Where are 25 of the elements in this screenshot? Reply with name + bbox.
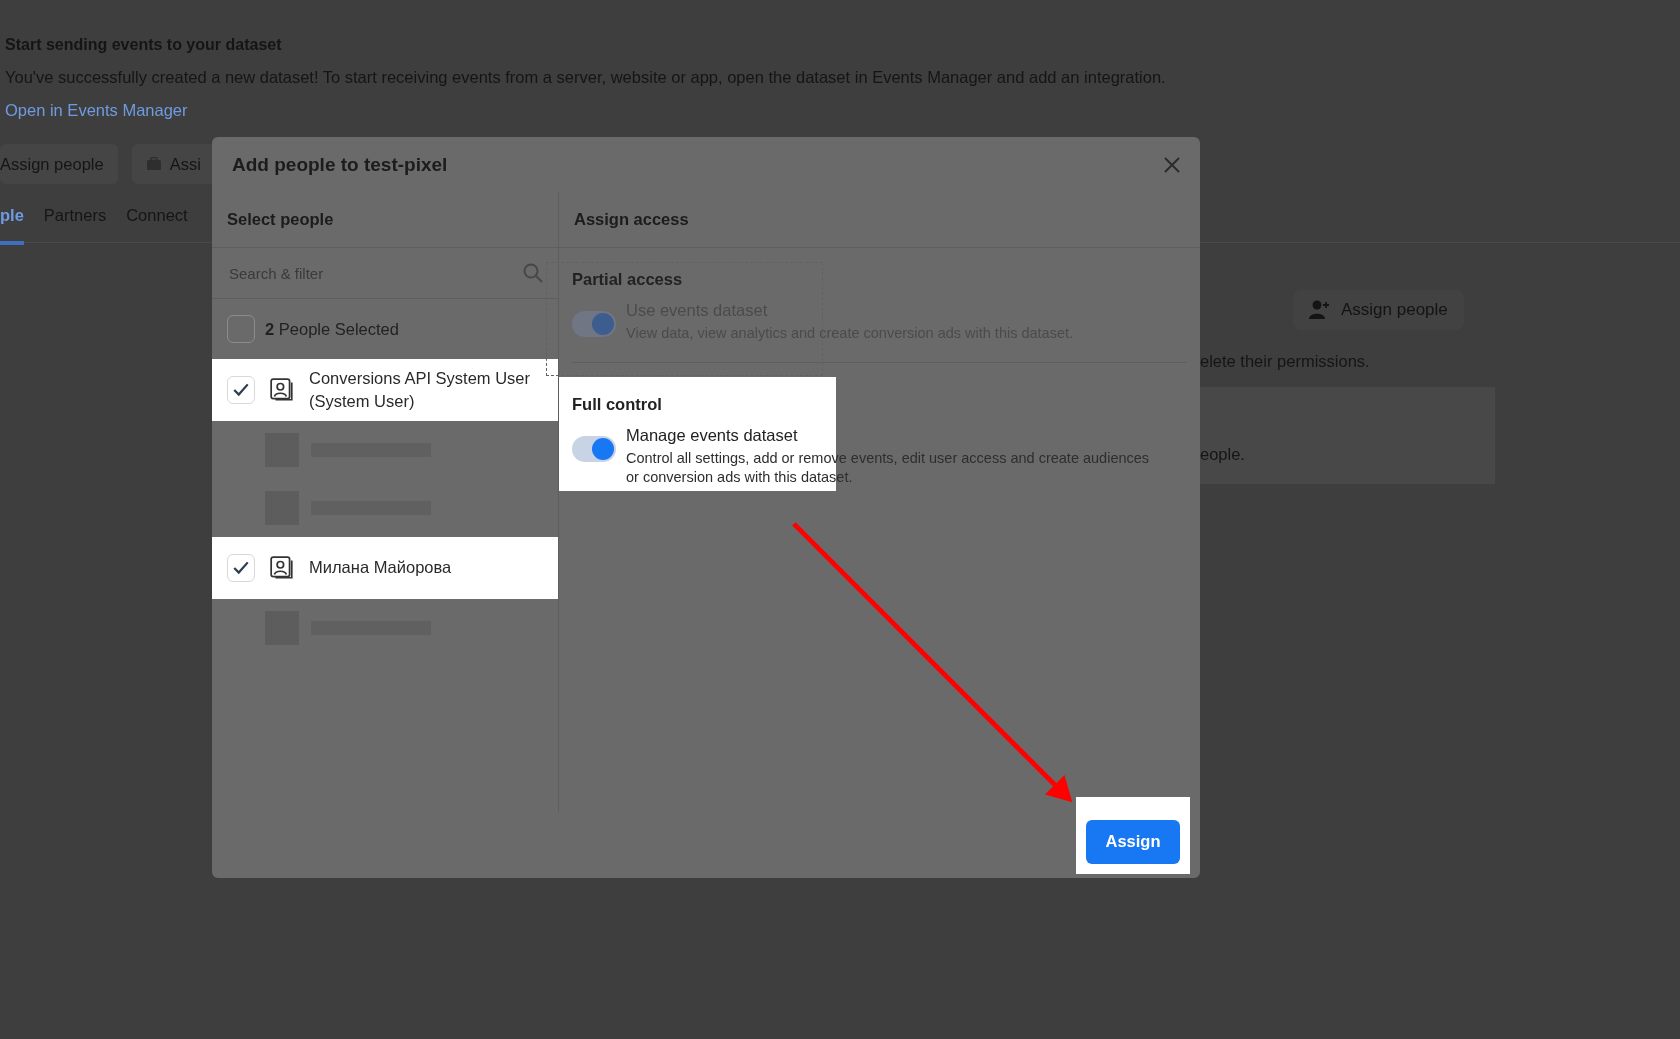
events-manager-link[interactable]: Open in Events Manager [5, 101, 1680, 120]
person-row[interactable]: Conversions API System User (System User) [212, 359, 558, 421]
access-level-title: Partial access [572, 270, 684, 289]
user-card-icon [269, 377, 295, 403]
select-all-checkbox[interactable] [227, 315, 255, 343]
selected-count: 2 People Selected [265, 319, 399, 339]
permission-name: Manage events dataset [626, 425, 799, 445]
close-icon[interactable] [1164, 156, 1180, 173]
checkbox[interactable] [227, 376, 255, 404]
person-name: Милана Майорова [309, 557, 453, 579]
person-row[interactable]: Милана Майорова [212, 537, 558, 599]
tab[interactable]: ple [0, 198, 24, 245]
person-name: Conversions API System User (System User) [309, 367, 531, 412]
dialog-title: Add people to test-pixel [232, 153, 448, 176]
checkmark-icon [232, 381, 250, 399]
search-icon [523, 263, 543, 283]
assign-button[interactable]: Assign [1086, 819, 1180, 864]
add-person-icon [1309, 299, 1331, 321]
column-header: Select people [212, 192, 558, 248]
user-card-icon [269, 555, 295, 581]
column-header: Assign access [559, 192, 1200, 248]
access-level-title: Full control [572, 394, 663, 414]
checkbox[interactable] [227, 554, 255, 582]
briefcase-icon [145, 157, 162, 171]
checkmark-icon [232, 559, 250, 577]
